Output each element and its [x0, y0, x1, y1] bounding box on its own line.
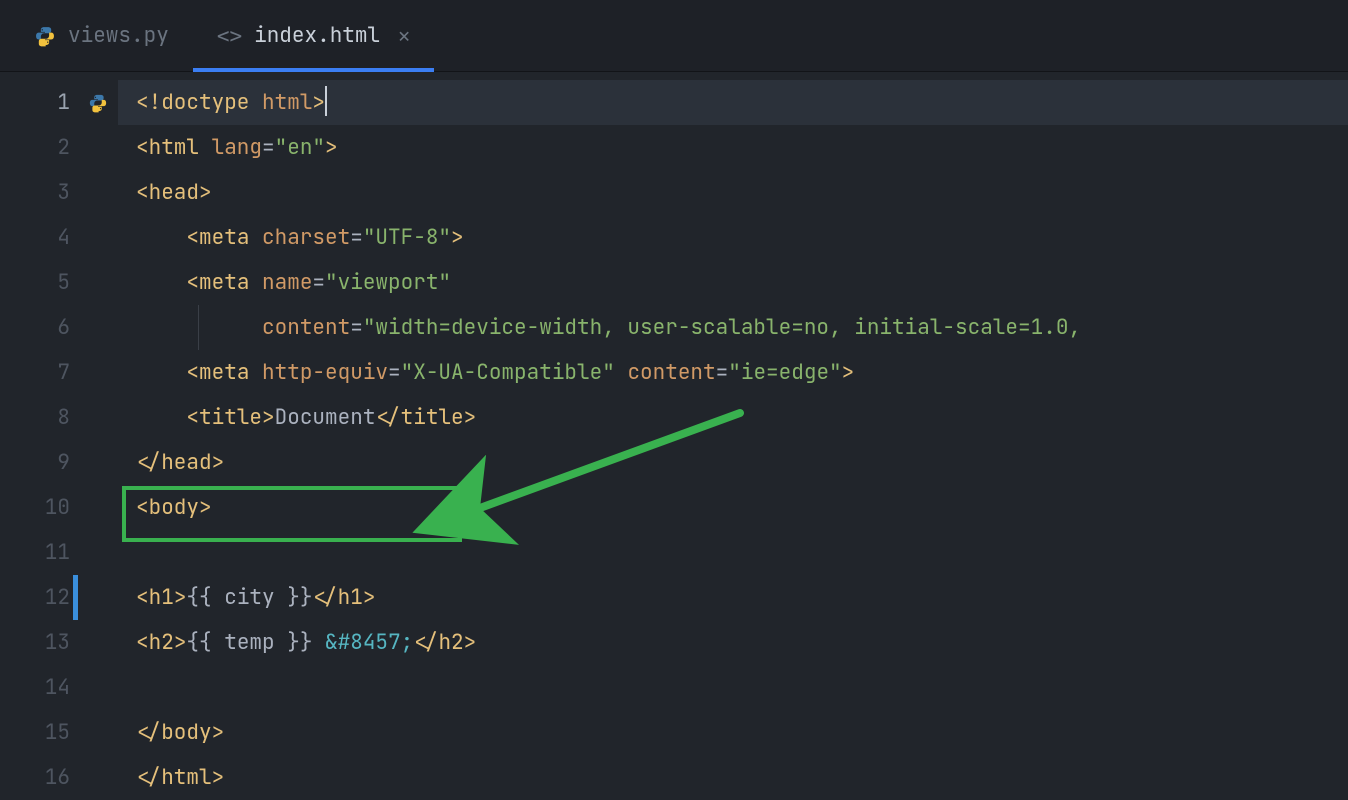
line-number: 14 [0, 665, 70, 710]
gutter-icon-cell [78, 395, 118, 440]
code-line[interactable] [118, 530, 1348, 575]
line-number: 12 [0, 575, 70, 620]
python-icon [34, 25, 56, 47]
code-line[interactable]: <meta name="viewport" [118, 260, 1348, 305]
line-number: 13 [0, 620, 70, 665]
close-icon[interactable]: ✕ [398, 23, 410, 49]
code-line[interactable]: </head> [118, 440, 1348, 485]
line-number: 8 [0, 395, 70, 440]
gutter-icon-cell [78, 710, 118, 755]
python-icon [78, 80, 118, 125]
tab-index-html[interactable]: <> index.html ✕ [193, 0, 434, 71]
modification-marker [73, 575, 78, 620]
code-line[interactable]: <h2>{{ temp }} &#8457;</h2> [118, 620, 1348, 665]
code-line[interactable]: <meta charset="UTF-8"> [118, 215, 1348, 260]
gutter-icon-cell [78, 125, 118, 170]
line-number: 9 [0, 440, 70, 485]
tab-bar: views.py <> index.html ✕ [0, 0, 1348, 72]
code-line[interactable]: </body> [118, 710, 1348, 755]
code-line[interactable]: content="width=device-width, user-scalab… [118, 305, 1348, 350]
line-number: 11 [0, 530, 70, 575]
gutter-icon-cell [78, 305, 118, 350]
code-line[interactable]: <head> [118, 170, 1348, 215]
gutter-icon-cell [78, 755, 118, 800]
gutter-icon-cell [78, 530, 118, 575]
line-number: 3 [0, 170, 70, 215]
tab-label: views.py [68, 22, 169, 49]
code-line[interactable]: </html> [118, 755, 1348, 800]
gutter-icon-cell [78, 170, 118, 215]
code-line[interactable]: <meta http-equiv="X-UA-Compatible" conte… [118, 350, 1348, 395]
gutter-icon-cell [78, 485, 118, 530]
line-number: 5 [0, 260, 70, 305]
code-area[interactable]: <!doctype html><html lang="en"><head> <m… [118, 72, 1348, 800]
line-number: 6 [0, 305, 70, 350]
line-number: 1 [0, 80, 70, 125]
gutter-icon-cell [78, 575, 118, 620]
line-number: 16 [0, 755, 70, 800]
line-number: 10 [0, 485, 70, 530]
code-line[interactable] [118, 665, 1348, 710]
gutter-icon-cell [78, 665, 118, 710]
editor-area[interactable]: 12345678910111213141516 <!doctype html><… [0, 72, 1348, 800]
icon-column [78, 72, 118, 800]
gutter-icon-cell [78, 350, 118, 395]
indent-guide [198, 305, 199, 350]
tab-label: index.html [254, 22, 380, 49]
code-line[interactable]: <body> [118, 485, 1348, 530]
code-line[interactable]: <html lang="en"> [118, 125, 1348, 170]
gutter-icon-cell [78, 440, 118, 485]
gutter: 12345678910111213141516 [0, 72, 78, 800]
line-number: 15 [0, 710, 70, 755]
code-line[interactable]: <title>Document</title> [118, 395, 1348, 440]
code-icon: <> [217, 24, 242, 48]
line-number: 7 [0, 350, 70, 395]
text-cursor [325, 86, 327, 116]
gutter-icon-cell [78, 260, 118, 305]
gutter-icon-cell [78, 215, 118, 260]
code-line[interactable]: <h1>{{ city }}</h1> [118, 575, 1348, 620]
gutter-icon-cell [78, 620, 118, 665]
line-number: 2 [0, 125, 70, 170]
tab-views-py[interactable]: views.py [10, 0, 193, 71]
line-number: 4 [0, 215, 70, 260]
code-line[interactable]: <!doctype html> [118, 80, 1348, 125]
